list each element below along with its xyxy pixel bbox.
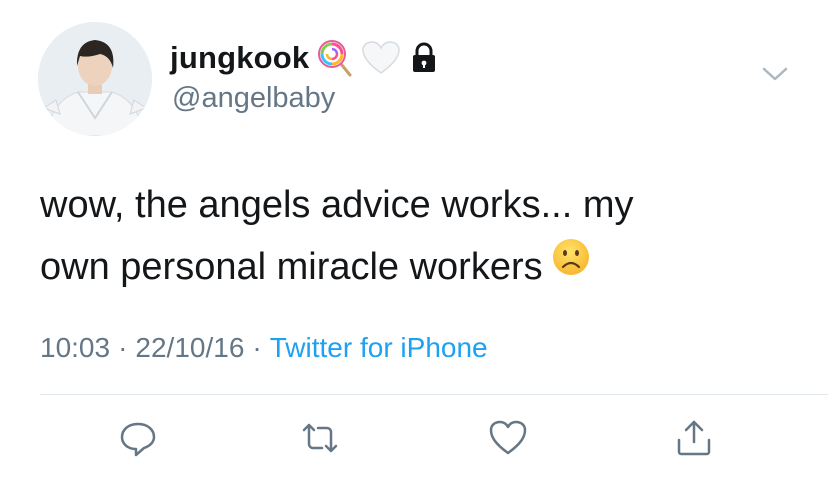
reply-icon[interactable]	[118, 418, 158, 458]
divider	[40, 394, 828, 395]
chevron-down-icon[interactable]	[762, 66, 788, 87]
meta-separator: ·	[118, 332, 128, 363]
lollipop-emoji	[317, 39, 353, 77]
retweet-icon[interactable]	[300, 418, 340, 458]
tweet-source-link[interactable]: Twitter for iPhone	[270, 332, 488, 363]
tweet-text: wow, the angels advice works... my own p…	[40, 174, 800, 300]
like-icon[interactable]	[488, 418, 528, 458]
avatar[interactable]	[38, 22, 152, 136]
tweet-date: 22/10/16	[135, 332, 245, 363]
lock-icon	[409, 42, 439, 74]
share-icon[interactable]	[674, 418, 714, 458]
white-heart-emoji	[361, 40, 401, 76]
tweet-line-2: own personal miracle workers	[40, 236, 800, 300]
display-name[interactable]: jungkook	[170, 40, 309, 76]
name-row: jungkook	[170, 38, 439, 78]
tweet-line-2-text: own personal miracle workers	[40, 246, 543, 288]
tweet-meta: 10:03 · 22/10/16 · Twitter for iPhone	[40, 332, 488, 364]
tweet-time: 10:03	[40, 332, 111, 363]
frowning-face-emoji	[551, 234, 591, 296]
meta-separator: ·	[252, 332, 262, 363]
tweet-line-1: wow, the angels advice works... my	[40, 184, 634, 226]
user-handle[interactable]: @angelbaby	[172, 82, 335, 115]
